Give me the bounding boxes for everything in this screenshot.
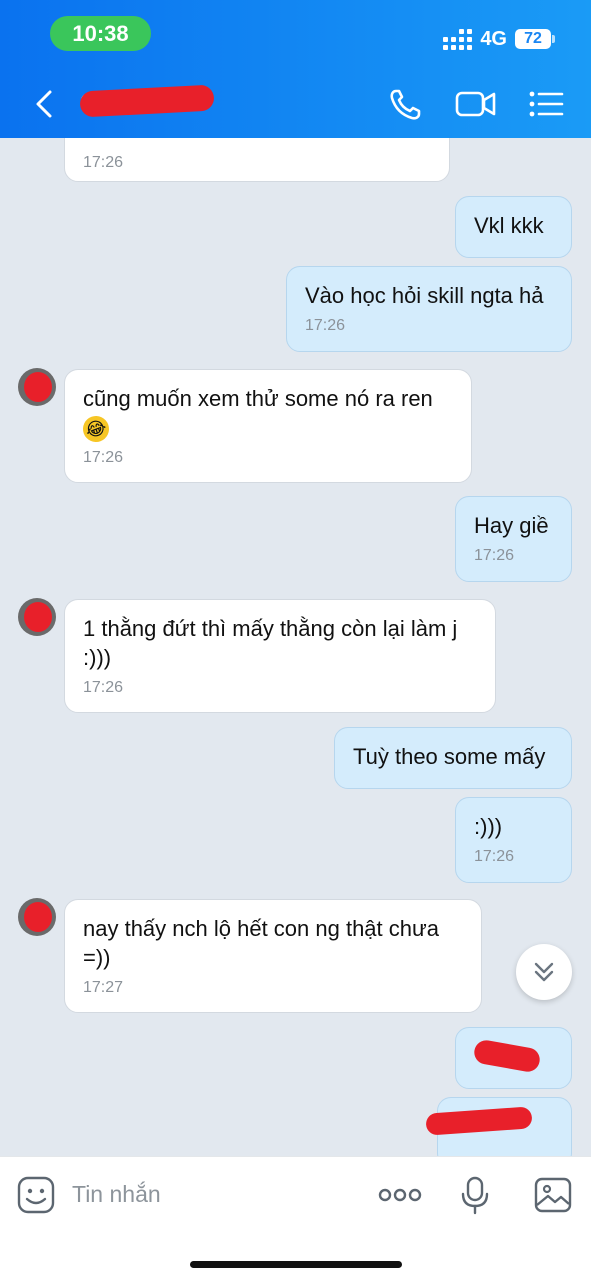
message-text: Tuỳ theo some mấy <box>353 744 546 769</box>
avatar[interactable] <box>18 598 56 636</box>
double-chevron-down-icon <box>534 962 554 982</box>
message-time: 17:27 <box>83 979 124 996</box>
home-indicator <box>190 1261 402 1268</box>
message-text: nay thấy nch lộ hết con ng thật chưa =)) <box>83 916 439 970</box>
message-time: 17:26 <box>83 154 124 171</box>
video-camera-icon[interactable] <box>454 86 498 122</box>
message-bubble-incoming[interactable]: nay thấy nch lộ hết con ng thật chưa =))… <box>64 899 482 1013</box>
avatar[interactable] <box>18 898 56 936</box>
message-input-bar: Tin nhắn <box>0 1156 591 1280</box>
message-input[interactable]: Tin nhắn <box>72 1179 161 1209</box>
rolling-on-floor-laughing-emoji: 😂 <box>79 412 113 446</box>
message-text: Hay giề <box>474 513 549 538</box>
message-time: 17:26 <box>474 848 515 865</box>
message-time: 17:26 <box>83 679 124 696</box>
message-time: 17:26 <box>83 449 124 467</box>
avatar[interactable] <box>18 368 56 406</box>
status-time: 10:38 <box>50 16 151 51</box>
list-menu-icon[interactable] <box>526 86 566 122</box>
message-text: Vkl kkk <box>474 213 544 238</box>
network-type: 4G <box>480 27 507 50</box>
battery-icon: 72 <box>515 29 555 49</box>
chevron-left-icon[interactable] <box>30 86 58 122</box>
message-bubble-outgoing[interactable]: Vào học hỏi skill ngta hả 17:26 <box>286 266 572 352</box>
battery-level: 72 <box>524 30 542 47</box>
message-time: 17:26 <box>305 317 346 334</box>
message-time: 17:26 <box>474 547 515 564</box>
chat-header: 10:38 4G 72 Quỳnh <box>0 0 591 138</box>
message-bubble-outgoing[interactable]: Tuỳ theo some mấy <box>334 727 572 789</box>
status-indicators: 4G 72 <box>443 24 555 54</box>
message-text: Vào học hỏi skill ngta hả <box>305 283 544 308</box>
signal-icon <box>443 28 473 50</box>
message-text: 1 thằng đứt thì mấy thằng còn lại làm j … <box>83 616 458 670</box>
message-bubble-incoming[interactable]: 17:26 <box>64 138 450 182</box>
message-text: cũng muốn xem thử some nó ra ren <box>83 386 433 411</box>
message-list[interactable]: 17:26 Vkl kkk Vào học hỏi skill ngta hả … <box>0 138 591 1156</box>
message-bubble-outgoing[interactable]: Vkl kkk <box>455 196 572 258</box>
message-bubble-incoming[interactable]: 1 thằng đứt thì mấy thằng còn lại làm j … <box>64 599 496 713</box>
message-bubble-incoming[interactable]: cũng muốn xem thử some nó ra ren 😂 17:26 <box>64 369 472 483</box>
sticker-smile-icon[interactable] <box>16 1175 56 1215</box>
message-bubble-outgoing[interactable]: Hay giề 17:26 <box>455 496 572 582</box>
more-dots-icon[interactable] <box>378 1175 422 1215</box>
scroll-to-bottom-button[interactable] <box>516 944 572 1000</box>
phone-icon[interactable] <box>386 86 426 122</box>
image-icon[interactable] <box>533 1175 573 1215</box>
microphone-icon[interactable] <box>455 1175 495 1215</box>
message-text: :))) <box>474 814 503 839</box>
message-bubble-outgoing[interactable]: :))) 17:26 <box>455 797 572 883</box>
